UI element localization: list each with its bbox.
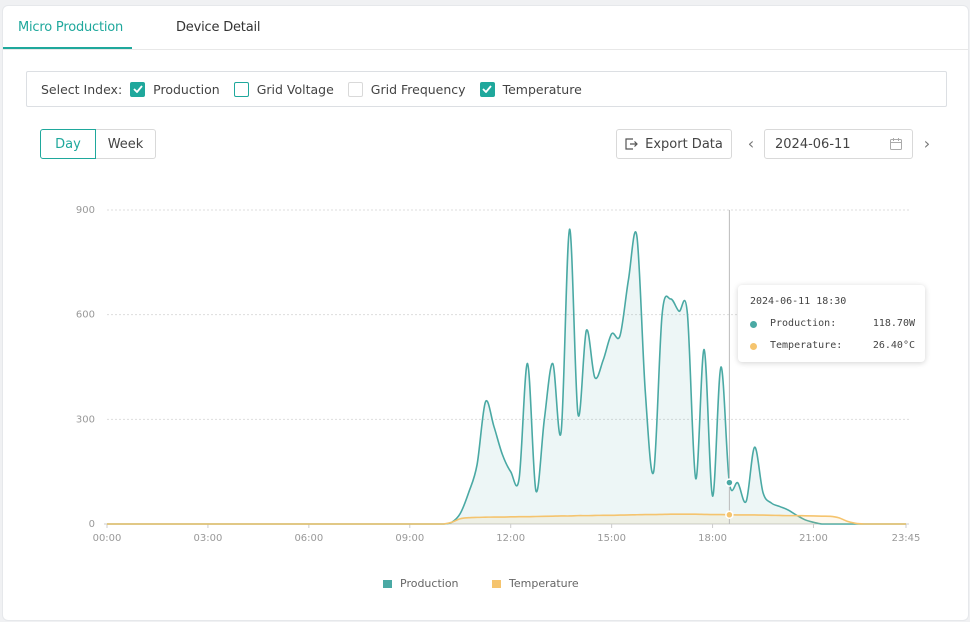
chart-tooltip: 2024-06-11 18:30 Production: 118.70W Tem… bbox=[738, 285, 925, 362]
y-tick-label: 900 bbox=[76, 205, 95, 216]
x-tick-label: 03:00 bbox=[194, 533, 223, 544]
tooltip-name: Production: bbox=[770, 318, 837, 329]
x-tick-label: 15:00 bbox=[597, 533, 626, 544]
y-tick-label: 0 bbox=[89, 519, 95, 530]
x-tick-label: 21:00 bbox=[799, 533, 828, 544]
tooltip-name: Temperature: bbox=[770, 340, 843, 351]
production-swatch-icon bbox=[383, 579, 392, 588]
legend-label: Production bbox=[400, 577, 459, 590]
x-tick-label: 12:00 bbox=[496, 533, 525, 544]
legend-label: Temperature bbox=[509, 577, 579, 590]
y-tick-label: 300 bbox=[76, 414, 95, 425]
y-tick-label: 600 bbox=[76, 310, 95, 321]
legend-item-production[interactable]: Production bbox=[383, 577, 459, 590]
tooltip-title: 2024-06-11 18:30 bbox=[750, 296, 847, 307]
x-tick-label: 06:00 bbox=[294, 533, 323, 544]
production-dot-icon bbox=[750, 321, 757, 328]
temperature-swatch-icon bbox=[492, 579, 501, 588]
tooltip-value: 118.70W bbox=[872, 318, 915, 329]
x-tick-label: 23:45 bbox=[892, 533, 921, 544]
tooltip-value: 26.40°C bbox=[872, 340, 915, 351]
production-hover-point bbox=[725, 478, 734, 487]
x-tick-label: 18:00 bbox=[698, 533, 727, 544]
legend-item-temperature[interactable]: Temperature bbox=[492, 577, 579, 590]
temperature-dot-icon bbox=[750, 343, 757, 350]
production-area bbox=[107, 229, 906, 525]
x-tick-label: 09:00 bbox=[395, 533, 424, 544]
x-tick-label: 00:00 bbox=[93, 533, 122, 544]
temperature-hover-point bbox=[725, 510, 734, 520]
